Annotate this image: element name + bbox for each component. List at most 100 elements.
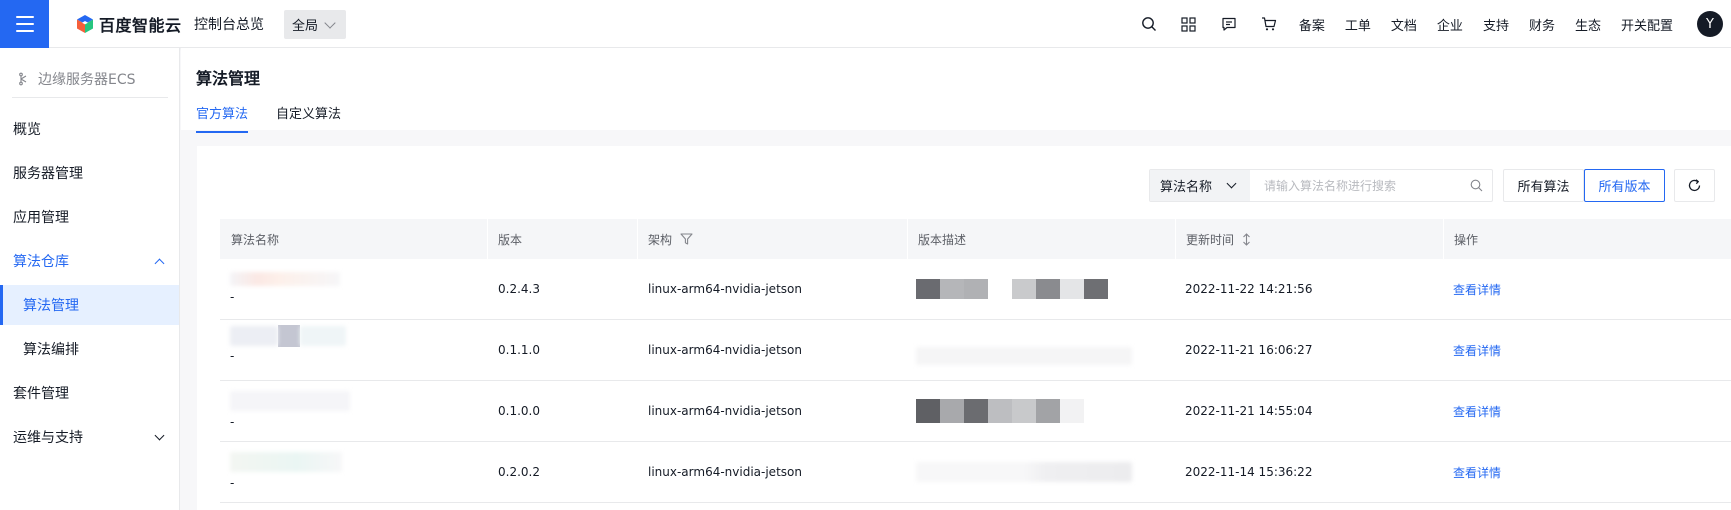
version-cell: 0.2.0.2 <box>498 465 540 479</box>
cart-icon[interactable] <box>1249 0 1289 48</box>
logo[interactable]: 百度智能云 <box>75 13 182 35</box>
page-title: 算法管理 <box>196 69 261 88</box>
all-versions-button[interactable]: 所有版本 <box>1584 169 1665 202</box>
nav-beian[interactable]: 备案 <box>1289 15 1335 34</box>
sidebar: 边缘服务器ECS 概览 服务器管理 应用管理 算法仓库 算法管理 算法编排 套件… <box>0 48 180 510</box>
name-cell: - <box>230 272 340 304</box>
header-arch: 架构 <box>648 219 693 259</box>
all-algorithms-button[interactable]: 所有算法 <box>1503 169 1584 202</box>
updated-cell: 2022-11-21 16:06:27 <box>1185 343 1313 357</box>
view-details-link[interactable]: 查看详情 <box>1453 320 1501 380</box>
name-sub: - <box>230 290 235 304</box>
grid-apps-icon[interactable] <box>1169 0 1209 48</box>
updated-cell: 2022-11-14 15:36:22 <box>1185 465 1313 479</box>
sidebar-item-ops-support[interactable]: 运维与支持 <box>0 417 179 457</box>
column-divider <box>1443 219 1444 259</box>
view-details-link[interactable]: 查看详情 <box>1453 381 1501 441</box>
page-header: 算法管理 官方算法 自定义算法 <box>181 48 1731 133</box>
column-divider <box>1175 219 1176 259</box>
header-name: 算法名称 <box>231 232 280 247</box>
nav-support[interactable]: 支持 <box>1473 15 1519 34</box>
sidebar-item-algorithm-repo[interactable]: 算法仓库 <box>0 241 179 281</box>
search-input[interactable] <box>1250 170 1460 201</box>
nav-finance[interactable]: 财务 <box>1519 15 1565 34</box>
search-filter-group: 算法名称 <box>1149 169 1493 202</box>
sidebar-item-algorithm-orchestration[interactable]: 算法编排 <box>0 329 179 369</box>
redacted-description <box>916 462 1132 482</box>
tab-official-algorithms[interactable]: 官方算法 <box>196 103 249 133</box>
desc-cell <box>916 442 1132 502</box>
filter-key-select[interactable]: 算法名称 <box>1150 170 1250 201</box>
arch-cell: linux-arm64-nvidia-jetson <box>648 282 802 296</box>
nav-switch-config[interactable]: 开关配置 <box>1611 15 1683 34</box>
nav-enterprise[interactable]: 企业 <box>1427 15 1473 34</box>
avatar[interactable]: Y <box>1697 11 1723 37</box>
name-cell: - <box>230 325 346 363</box>
back-branch-icon <box>19 72 27 85</box>
version-cell: 0.1.1.0 <box>498 343 540 357</box>
name-sub: - <box>230 349 235 363</box>
filter-icon[interactable] <box>680 233 693 245</box>
nav-ecosystem[interactable]: 生态 <box>1565 15 1611 34</box>
redacted-description <box>916 399 1084 423</box>
sidebar-item-overview[interactable]: 概览 <box>0 109 179 149</box>
filter-key-label: 算法名称 <box>1160 180 1213 195</box>
sidebar-item-suite-management[interactable]: 套件管理 <box>0 373 179 413</box>
header-desc: 版本描述 <box>918 232 967 247</box>
redacted-name <box>230 325 346 347</box>
desc-cell <box>916 381 1084 441</box>
nav-docs[interactable]: 文档 <box>1381 15 1427 34</box>
chevron-down-icon <box>1226 178 1237 189</box>
name-sub: - <box>230 415 235 429</box>
logo-text: 百度智能云 <box>99 16 182 35</box>
table-row: - 0.1.0.0 linux-arm64-nvidia-jetson 2022… <box>220 381 1731 442</box>
view-details-link[interactable]: 查看详情 <box>1453 442 1501 502</box>
view-details-link[interactable]: 查看详情 <box>1453 259 1501 319</box>
header-arch-label: 架构 <box>648 232 673 247</box>
sidebar-item-algorithm-management[interactable]: 算法管理 <box>0 285 179 325</box>
top-bar: 百度智能云 控制台总览 全局 备案 工单 文档 企业 支持 财务 生态 开关配置… <box>0 0 1731 48</box>
arch-cell: linux-arm64-nvidia-jetson <box>648 404 802 418</box>
chevron-up-icon <box>154 258 165 269</box>
content-card: 算法名称 所有算法 所有版本 算法名称 版本 架构 版本描述 更新时间 <box>197 146 1731 510</box>
column-divider <box>637 219 638 259</box>
redacted-name <box>230 391 350 411</box>
tab-custom-algorithms[interactable]: 自定义算法 <box>276 103 341 131</box>
nav-ticket[interactable]: 工单 <box>1335 15 1381 34</box>
chevron-down-icon <box>154 430 165 441</box>
table-row: - 0.2.0.2 linux-arm64-nvidia-jetson 2022… <box>220 442 1731 503</box>
sidebar-item-app-management[interactable]: 应用管理 <box>0 197 179 237</box>
column-divider <box>487 219 488 259</box>
name-cell: - <box>230 391 350 429</box>
column-divider <box>907 219 908 259</box>
chevron-down-icon <box>324 16 336 29</box>
refresh-icon <box>1688 179 1701 192</box>
sidebar-product-header[interactable]: 边缘服务器ECS <box>12 60 168 98</box>
redacted-name <box>230 452 342 472</box>
redacted-description <box>916 347 1132 365</box>
message-icon[interactable] <box>1209 0 1249 48</box>
sidebar-item-label: 算法仓库 <box>13 254 69 270</box>
desc-cell <box>916 259 1108 319</box>
region-label: 全局 <box>292 19 319 34</box>
algorithm-table: 算法名称 版本 架构 版本描述 更新时间 操作 - 0.2.4.3 linux-… <box>220 219 1731 503</box>
region-select[interactable]: 全局 <box>284 10 346 39</box>
redacted-name <box>230 272 340 286</box>
redacted-description <box>916 279 1108 299</box>
arch-cell: linux-arm64-nvidia-jetson <box>648 343 802 357</box>
refresh-button[interactable] <box>1674 169 1715 202</box>
sort-icon[interactable] <box>1242 232 1251 246</box>
search-icon[interactable] <box>1129 0 1169 48</box>
search-icon[interactable] <box>1460 170 1492 201</box>
sidebar-item-server-management[interactable]: 服务器管理 <box>0 153 179 193</box>
header-version: 版本 <box>498 232 523 247</box>
console-overview-link[interactable]: 控制台总览 <box>194 14 264 34</box>
menu-icon[interactable] <box>0 0 49 48</box>
top-nav: 备案 工单 文档 企业 支持 财务 生态 开关配置 Y <box>1129 0 1731 48</box>
table-row: - 0.2.4.3 linux-arm64-nvidia-jetson 2022… <box>220 259 1731 320</box>
updated-cell: 2022-11-22 14:21:56 <box>1185 282 1313 296</box>
desc-cell <box>916 320 1132 380</box>
name-cell: - <box>230 452 342 490</box>
header-updated-label: 更新时间 <box>1186 232 1235 247</box>
table-header: 算法名称 版本 架构 版本描述 更新时间 操作 <box>220 219 1731 259</box>
